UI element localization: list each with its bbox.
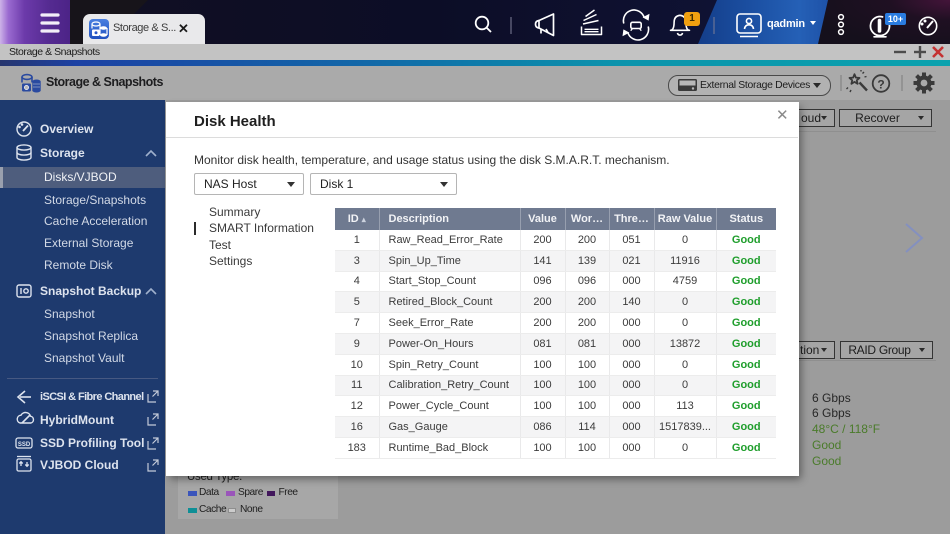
svg-text:?: ? [877, 78, 884, 92]
